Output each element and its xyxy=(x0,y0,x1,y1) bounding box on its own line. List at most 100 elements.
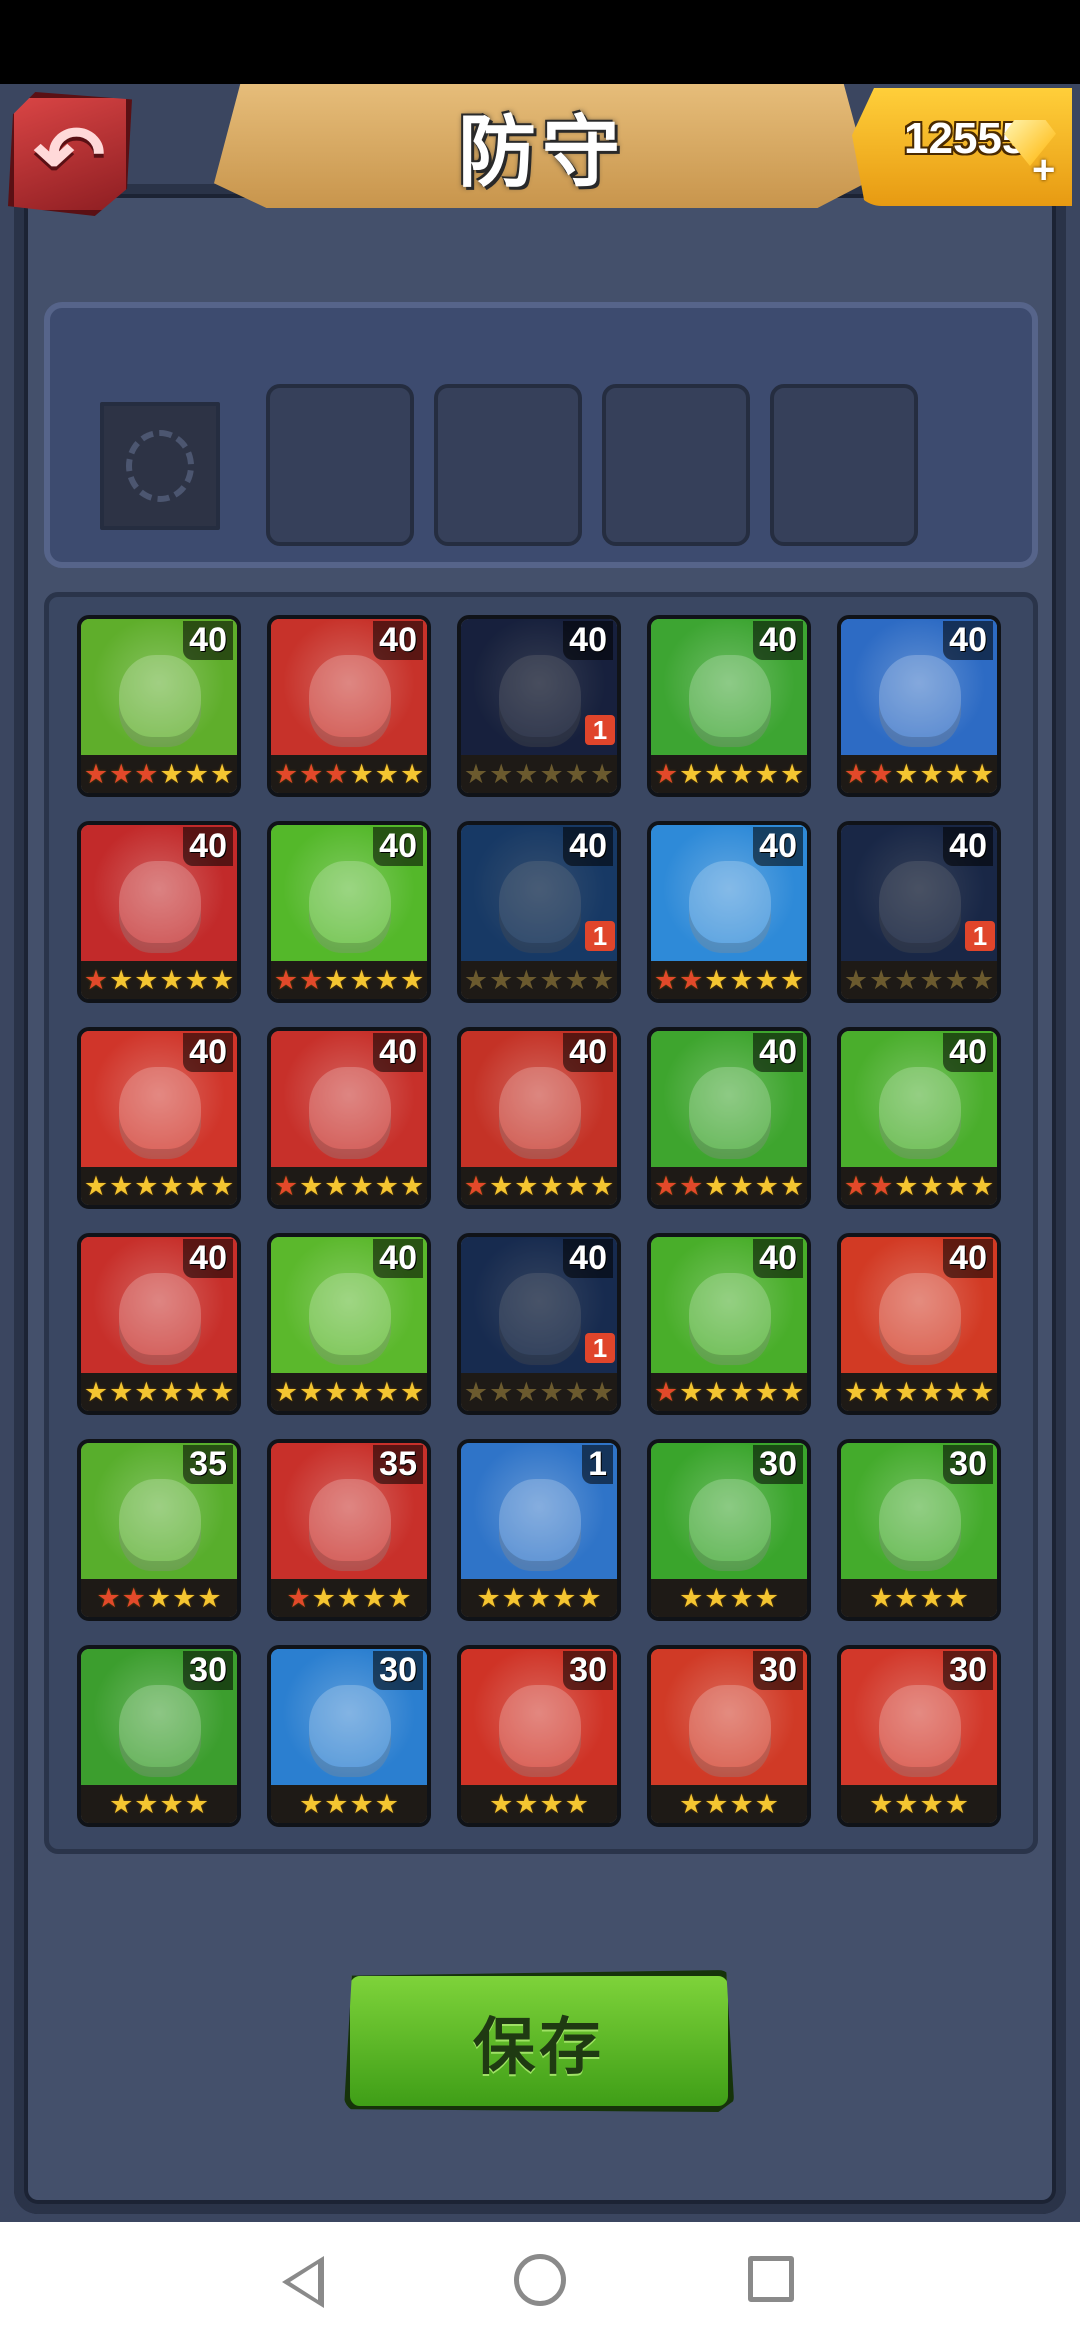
hero-card[interactable]: 30 ★ ★ ★ ★ xyxy=(77,1645,241,1827)
star-icon: ★ xyxy=(159,1376,184,1407)
hero-level: 35 xyxy=(183,1445,233,1484)
hero-star-rating: ★ ★ ★ ★ ★ xyxy=(271,1579,427,1617)
hero-card[interactable]: 40 ★ ★ ★ ★ ★ ★ xyxy=(267,1027,431,1209)
star-icon: ★ xyxy=(286,1582,311,1613)
star-icon: ★ xyxy=(349,1376,374,1407)
hero-face xyxy=(309,655,391,747)
team-slot-empty[interactable] xyxy=(770,384,918,546)
hero-star-rating: ★ ★ ★ ★ ★ ★ xyxy=(841,1373,997,1411)
star-icon: ★ xyxy=(894,1376,919,1407)
hero-star-rating: ★ ★ ★ ★ ★ ★ xyxy=(271,755,427,793)
nav-back-icon[interactable] xyxy=(282,2256,324,2308)
star-icon: ★ xyxy=(83,964,109,995)
hero-card[interactable]: 30 ★ ★ ★ ★ xyxy=(647,1645,811,1827)
star-icon: ★ xyxy=(919,964,944,995)
hero-star-rating: ★ ★ ★ ★ xyxy=(81,1785,237,1823)
star-icon: ★ xyxy=(209,964,235,995)
star-icon: ★ xyxy=(83,1376,109,1407)
star-icon: ★ xyxy=(349,1170,374,1201)
team-slot-empty[interactable] xyxy=(602,384,750,546)
lock-emblem-icon xyxy=(126,430,194,502)
star-icon: ★ xyxy=(387,1582,412,1613)
hero-star-rating: ★ ★ ★ ★ ★ ★ xyxy=(271,961,427,999)
hero-card[interactable]: 40 ★ ★ ★ ★ ★ ★ xyxy=(77,1233,241,1415)
star-icon: ★ xyxy=(362,1582,387,1613)
hero-card[interactable]: 40 ★ ★ ★ ★ ★ ★ xyxy=(267,1233,431,1415)
hero-face xyxy=(689,1273,771,1365)
star-icon: ★ xyxy=(539,964,564,995)
hero-face xyxy=(309,1067,391,1159)
hero-card[interactable]: 40 1 ★ ★ ★ ★ ★ ★ xyxy=(457,1233,621,1415)
star-icon: ★ xyxy=(679,758,704,789)
star-icon: ★ xyxy=(273,1170,299,1201)
star-icon: ★ xyxy=(894,758,919,789)
star-icon: ★ xyxy=(463,758,489,789)
hero-face xyxy=(499,1479,581,1571)
hero-card[interactable]: 35 ★ ★ ★ ★ ★ xyxy=(267,1439,431,1621)
star-icon: ★ xyxy=(729,964,754,995)
nav-recents-icon[interactable] xyxy=(748,2256,794,2302)
hero-card[interactable]: 30 ★ ★ ★ ★ xyxy=(837,1645,1001,1827)
hero-upgrade-badge: 1 xyxy=(965,921,995,951)
hero-star-rating: ★ ★ ★ ★ ★ ★ xyxy=(651,755,807,793)
hero-card[interactable]: 40 ★ ★ ★ ★ ★ ★ xyxy=(267,615,431,797)
hero-card[interactable]: 40 ★ ★ ★ ★ ★ ★ xyxy=(837,615,1001,797)
hero-card[interactable]: 30 ★ ★ ★ ★ xyxy=(457,1645,621,1827)
star-icon: ★ xyxy=(754,964,779,995)
hero-card[interactable]: 30 ★ ★ ★ ★ xyxy=(837,1439,1001,1621)
hero-card[interactable]: 40 1 ★ ★ ★ ★ ★ ★ xyxy=(457,821,621,1003)
hero-card[interactable]: 35 ★ ★ ★ ★ ★ xyxy=(77,1439,241,1621)
hero-card[interactable]: 40 1 ★ ★ ★ ★ ★ ★ xyxy=(837,821,1001,1003)
star-icon: ★ xyxy=(564,1788,589,1819)
star-icon: ★ xyxy=(704,758,729,789)
hero-star-rating: ★ ★ ★ ★ ★ ★ xyxy=(841,1167,997,1205)
hero-card[interactable]: 30 ★ ★ ★ ★ xyxy=(647,1439,811,1621)
star-icon: ★ xyxy=(184,964,209,995)
star-icon: ★ xyxy=(109,1376,134,1407)
team-slot-empty[interactable] xyxy=(434,384,582,546)
hero-card[interactable]: 1 ★ ★ ★ ★ ★ xyxy=(457,1439,621,1621)
nav-home-icon[interactable] xyxy=(514,2254,566,2306)
back-button[interactable]: ↶ xyxy=(8,92,132,216)
gem-counter[interactable]: 12555 + xyxy=(852,88,1072,206)
hero-level: 1 xyxy=(582,1445,613,1484)
hero-level: 40 xyxy=(943,1033,993,1072)
star-icon: ★ xyxy=(729,758,754,789)
hero-card[interactable]: 40 ★ ★ ★ ★ ★ ★ xyxy=(647,1233,811,1415)
hero-card[interactable]: 40 ★ ★ ★ ★ ★ ★ xyxy=(837,1027,1001,1209)
hero-card[interactable]: 40 ★ ★ ★ ★ ★ ★ xyxy=(647,615,811,797)
hero-card[interactable]: 30 ★ ★ ★ ★ xyxy=(267,1645,431,1827)
star-icon: ★ xyxy=(729,1788,754,1819)
hero-card[interactable]: 40 1 ★ ★ ★ ★ ★ ★ xyxy=(457,615,621,797)
save-button[interactable]: 保存 xyxy=(344,1970,734,2112)
hero-level: 40 xyxy=(183,1239,233,1278)
hero-card[interactable]: 40 ★ ★ ★ ★ ★ ★ xyxy=(77,821,241,1003)
star-icon: ★ xyxy=(969,1170,995,1201)
hero-card[interactable]: 40 ★ ★ ★ ★ ★ ★ xyxy=(267,821,431,1003)
star-icon: ★ xyxy=(184,758,209,789)
star-icon: ★ xyxy=(653,1376,679,1407)
team-slot-empty[interactable] xyxy=(266,384,414,546)
hero-card[interactable]: 40 ★ ★ ★ ★ ★ ★ xyxy=(77,615,241,797)
hero-card[interactable]: 40 ★ ★ ★ ★ ★ ★ xyxy=(647,1027,811,1209)
star-icon: ★ xyxy=(489,1788,514,1819)
hero-roster: 40 ★ ★ ★ ★ ★ ★ 40 ★ ★ ★ ★ ★ ★ 40 1 ★ ★ ★ ★ ★ ★ 40 ★ ★ ★ ★ ★ ★ 40 ★ ★ ★ ★ ★… xyxy=(44,592,1038,1854)
team-slot-locked[interactable] xyxy=(100,402,220,530)
hero-card[interactable]: 40 ★ ★ ★ ★ ★ ★ xyxy=(837,1233,1001,1415)
hero-upgrade-badge: 1 xyxy=(585,921,615,951)
star-icon: ★ xyxy=(552,1582,577,1613)
star-icon: ★ xyxy=(349,758,374,789)
star-icon: ★ xyxy=(944,1170,969,1201)
star-icon: ★ xyxy=(501,1582,526,1613)
hero-star-rating: ★ ★ ★ ★ xyxy=(461,1785,617,1823)
hero-card[interactable]: 40 ★ ★ ★ ★ ★ ★ xyxy=(77,1027,241,1209)
star-icon: ★ xyxy=(489,758,514,789)
hero-card[interactable]: 40 ★ ★ ★ ★ ★ ★ xyxy=(457,1027,621,1209)
add-gems-icon[interactable]: + xyxy=(1032,148,1055,193)
hero-card[interactable]: 40 ★ ★ ★ ★ ★ ★ xyxy=(647,821,811,1003)
hero-star-rating: ★ ★ ★ ★ ★ ★ xyxy=(651,1167,807,1205)
star-icon: ★ xyxy=(514,1170,539,1201)
hero-face xyxy=(879,655,961,747)
star-icon: ★ xyxy=(134,1170,159,1201)
star-icon: ★ xyxy=(399,1170,425,1201)
